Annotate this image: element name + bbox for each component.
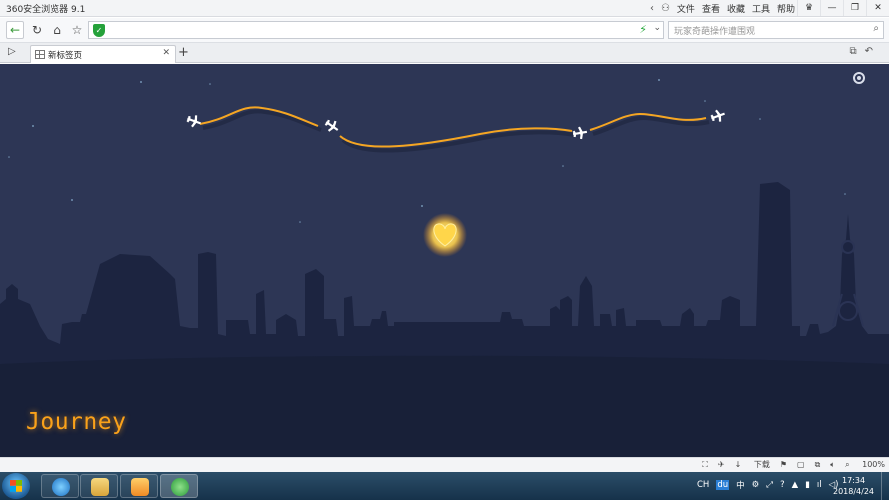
clock[interactable]: 17:34 2018/4/24 — [833, 475, 874, 497]
tray-up-icon[interactable]: ▲ — [792, 480, 799, 490]
taskbar-360-browser[interactable] — [160, 474, 198, 498]
zoom-control[interactable]: ⌕ 100% — [845, 460, 885, 470]
speed-mode-icon[interactable]: ⚡ — [639, 23, 647, 36]
taskbar-explorer[interactable] — [80, 474, 118, 498]
flag-icon[interactable]: ⚑ — [780, 460, 787, 469]
airplane-icon — [324, 119, 339, 132]
menu-favorites[interactable]: 收藏 — [727, 2, 745, 15]
tab-new-tab[interactable]: 新标签页 ✕ — [30, 45, 176, 63]
flight-path — [199, 106, 710, 153]
clock-date: 2018/4/24 — [833, 487, 875, 496]
ime-icon[interactable]: du — [716, 480, 730, 490]
taskbar-app[interactable] — [120, 474, 158, 498]
chevron-down-icon[interactable]: ⌄ — [653, 23, 661, 33]
start-button[interactable] — [2, 473, 30, 499]
airplane-icon — [710, 109, 725, 122]
browser-360-icon — [171, 478, 189, 496]
tab-title: 新标签页 — [48, 51, 83, 61]
tab-strip: ▷ 新标签页 ✕ + ⧉↶ — [0, 43, 889, 63]
window-title: 360安全浏览器 9.1 — [6, 5, 86, 15]
new-tab-button[interactable]: + — [178, 45, 189, 60]
zoom-level: 100% — [862, 459, 885, 469]
help-icon[interactable]: ? — [780, 480, 785, 490]
menu-file[interactable]: 文件 — [677, 2, 695, 15]
ime-mode[interactable]: 中 — [736, 479, 745, 491]
show-desktop-button[interactable] — [881, 472, 889, 500]
search-placeholder: 玩家奇葩操作遭围观 — [674, 27, 756, 37]
security-shield-icon: ✓ — [93, 24, 105, 37]
back-button[interactable]: ← — [6, 21, 24, 39]
screenshot-icon[interactable]: ⛶ — [702, 460, 708, 470]
clock-time: 17:34 — [841, 476, 866, 485]
undo-close-icon[interactable]: ↶ — [865, 46, 881, 57]
folder-icon — [91, 478, 109, 496]
usb-icon[interactable]: ▮ — [805, 480, 810, 490]
url-field[interactable]: ✓ ⚡ ⌄ — [88, 21, 664, 39]
window-icon[interactable]: ▢ — [797, 460, 805, 469]
speedup-icon[interactable]: ✈ — [718, 460, 725, 469]
download-button[interactable]: ↓ 下载 — [735, 459, 770, 470]
network-icon[interactable]: ıl — [817, 480, 822, 490]
speaker-icon[interactable]: 🔈︎ — [830, 460, 835, 470]
restore-button[interactable]: ❐ — [843, 0, 866, 16]
status-bar: ⛶ ✈ ↓ 下载 ⚑ ▢ ⧉ 🔈︎ ⌕ 100% — [0, 457, 889, 472]
new-tab-page: Journey — [0, 64, 889, 457]
menu-view[interactable]: 查看 — [702, 2, 720, 15]
skin-icon[interactable]: ♛ — [797, 0, 820, 16]
airplane-icon — [186, 115, 201, 128]
menu-bar: ‹ ⚇ 文件 查看 收藏 工具 帮助 — [643, 1, 795, 16]
menu-help[interactable]: 帮助 — [777, 2, 795, 15]
tab-tools: ⧉↶ — [849, 46, 881, 57]
window-controls: ♛ — ❐ ✕ — [797, 0, 889, 17]
journey-scene — [0, 79, 889, 457]
search-icon[interactable]: ⌕ — [873, 23, 879, 34]
windows-taskbar: CH du 中 ⚙ ⤢ ? ▲ ▮ ıl ◁) 17:34 2018/4/24 — [0, 472, 889, 500]
menu-tools[interactable]: 工具 — [752, 2, 770, 15]
home-button[interactable]: ⌂ — [48, 21, 66, 39]
airplane-icon — [572, 126, 588, 140]
close-button[interactable]: ✕ — [866, 0, 889, 16]
chevron-left-icon[interactable]: ‹ — [650, 3, 654, 14]
lang-indicator[interactable]: CH — [697, 480, 709, 490]
restore-tabs-icon[interactable]: ⧉ — [849, 46, 864, 57]
refresh-button[interactable]: ↻ — [28, 21, 46, 39]
grid-icon — [35, 50, 45, 59]
app-icon — [131, 478, 149, 496]
ground — [0, 355, 889, 457]
expand-icon[interactable]: ⤢ — [766, 480, 773, 490]
copy-icon[interactable]: ⧉ — [815, 460, 821, 470]
settings-gear-icon[interactable] — [853, 72, 865, 84]
search-input[interactable]: 玩家奇葩操作遭围观 ⌕ — [668, 21, 884, 39]
user-icon[interactable]: ⚇ — [661, 3, 670, 14]
journey-logo: Journey — [26, 409, 127, 435]
taskbar-ie[interactable] — [41, 474, 79, 498]
status-items: ⛶ ✈ ↓ 下载 ⚑ ▢ ⧉ 🔈︎ ⌕ 100% — [692, 459, 885, 470]
system-tray: CH du 中 ⚙ ⤢ ? ▲ ▮ ıl ◁) — [697, 479, 845, 491]
ie-icon — [52, 478, 70, 496]
stars — [8, 79, 846, 223]
settings-icon[interactable]: ⚙ — [752, 480, 760, 490]
close-tab-icon[interactable]: ✕ — [162, 48, 170, 58]
minimize-button[interactable]: — — [820, 0, 843, 16]
download-label: 下载 — [753, 460, 770, 469]
address-toolbar: ← ↻ ⌂ ☆ ✓ ⚡ ⌄ 玩家奇葩操作遭围观 ⌕ — [0, 18, 889, 43]
title-bar: 360安全浏览器 9.1 ‹ ⚇ 文件 查看 收藏 工具 帮助 ♛ — ❐ ✕ — [0, 0, 889, 17]
sidebar-toggle-icon[interactable]: ▷ — [8, 46, 16, 57]
favorite-star-button[interactable]: ☆ — [68, 21, 86, 39]
